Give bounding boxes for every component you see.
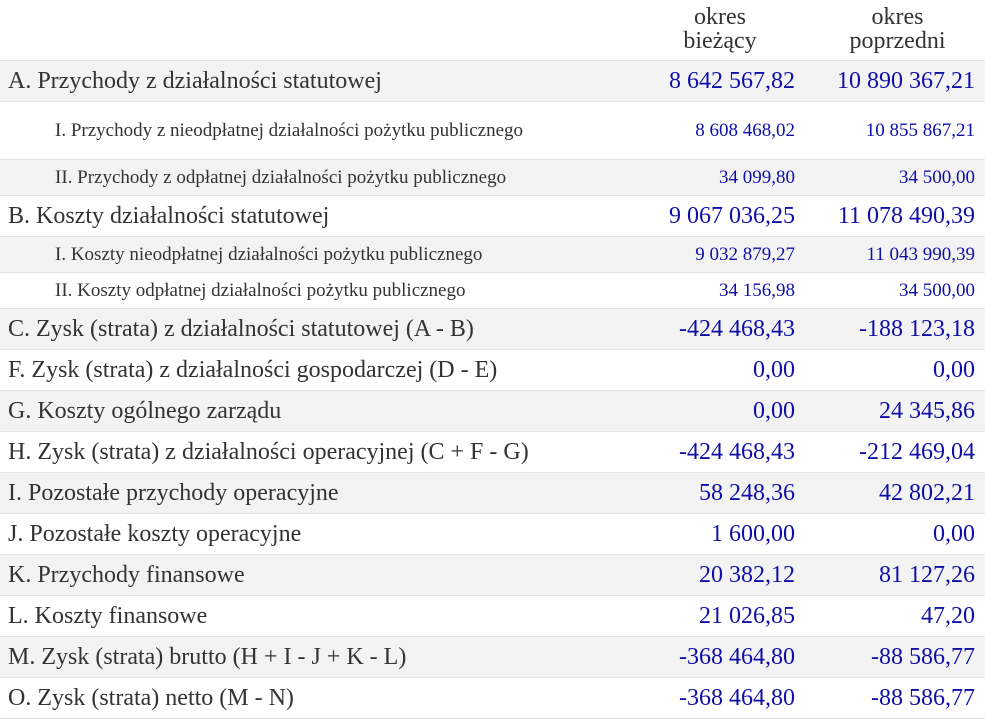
table-body: A. Przychody z działalności statutowej 8… — [0, 61, 985, 719]
row-label: M. Zysk (strata) brutto (H + I - J + K -… — [8, 643, 407, 670]
table-row: I. Koszty nieodpłatnej działalności poży… — [0, 237, 985, 273]
row-label: F. Zysk (strata) z działalności gospodar… — [8, 356, 498, 383]
row-previous-value: 24 345,86 — [879, 397, 975, 424]
table-row: H. Zysk (strata) z działalności operacyj… — [0, 432, 985, 473]
row-current-value: 34 156,98 — [719, 279, 795, 301]
row-current-value: -424 468,43 — [679, 438, 795, 465]
table-row: F. Zysk (strata) z działalności gospodar… — [0, 350, 985, 391]
table-row: K. Przychody finansowe 20 382,12 81 127,… — [0, 555, 985, 596]
row-previous-value: 34 500,00 — [899, 279, 975, 301]
row-label: C. Zysk (strata) z działalności statutow… — [8, 315, 474, 342]
row-label: II. Przychody z odpłatnej działalności p… — [55, 167, 507, 188]
table-row: A. Przychody z działalności statutowej 8… — [0, 61, 985, 102]
row-previous-value: 42 802,21 — [879, 479, 975, 506]
row-current-value: 58 248,36 — [699, 479, 795, 506]
row-label: I. Pozostałe przychody operacyjne — [8, 479, 339, 506]
row-current-value: 9 032 879,27 — [695, 243, 795, 265]
row-previous-value: 34 500,00 — [899, 166, 975, 188]
row-label: I. Przychody z nieodpłatnej działalności… — [55, 120, 523, 141]
row-current-value: 21 026,85 — [699, 602, 795, 629]
row-current-value: 8 642 567,82 — [669, 67, 795, 94]
row-previous-value: 0,00 — [933, 520, 975, 547]
table-row: B. Koszty działalności statutowej 9 067 … — [0, 196, 985, 237]
row-current-value: -424 468,43 — [679, 315, 795, 342]
row-previous-value: -88 586,77 — [871, 684, 975, 711]
table-row: M. Zysk (strata) brutto (H + I - J + K -… — [0, 637, 985, 678]
row-current-value: 0,00 — [753, 397, 795, 424]
table-row: G. Koszty ogólnego zarządu 0,00 24 345,8… — [0, 391, 985, 432]
table-row: J. Pozostałe koszty operacyjne 1 600,00 … — [0, 514, 985, 555]
row-previous-value: 11 078 490,39 — [837, 202, 975, 229]
row-current-value: 9 067 036,25 — [669, 202, 795, 229]
row-previous-value: -212 469,04 — [859, 438, 975, 465]
row-previous-value: 10 855 867,21 — [865, 119, 975, 141]
row-current-value: -368 464,80 — [679, 643, 795, 670]
table-row: II. Koszty odpłatnej działalności pożytk… — [0, 273, 985, 309]
table-row: I. Pozostałe przychody operacyjne 58 248… — [0, 473, 985, 514]
row-current-value: 20 382,12 — [699, 561, 795, 588]
row-current-value: -368 464,80 — [679, 684, 795, 711]
row-label: J. Pozostałe koszty operacyjne — [8, 520, 302, 547]
row-label: II. Koszty odpłatnej działalności pożytk… — [55, 280, 466, 301]
row-label: B. Koszty działalności statutowej — [8, 202, 330, 229]
header-current-period: okres bieżący — [683, 4, 757, 54]
row-current-value: 34 099,80 — [719, 166, 795, 188]
row-previous-value: 0,00 — [933, 356, 975, 383]
row-label: K. Przychody finansowe — [8, 561, 245, 588]
table-row: I. Przychody z nieodpłatnej działalności… — [0, 102, 985, 160]
row-label: G. Koszty ogólnego zarządu — [8, 397, 282, 424]
financial-statement-table: okres bieżący okres poprzedni A. Przycho… — [0, 0, 985, 722]
row-current-value: 1 600,00 — [711, 520, 795, 547]
row-previous-value: 10 890 367,21 — [837, 67, 975, 94]
header-label-spacer — [0, 0, 630, 60]
header-previous-period: okres poprzedni — [849, 4, 946, 54]
row-previous-value: 47,20 — [921, 602, 975, 629]
row-current-value: 0,00 — [753, 356, 795, 383]
table-header: okres bieżący okres poprzedni — [0, 0, 985, 61]
row-label: I. Koszty nieodpłatnej działalności poży… — [55, 244, 483, 265]
row-previous-value: -188 123,18 — [859, 315, 975, 342]
row-current-value: 8 608 468,02 — [695, 119, 795, 141]
table-row: O. Zysk (strata) netto (M - N) -368 464,… — [0, 678, 985, 719]
table-row: C. Zysk (strata) z działalności statutow… — [0, 309, 985, 350]
row-previous-value: 11 043 990,39 — [866, 243, 975, 265]
row-label: L. Koszty finansowe — [8, 602, 208, 629]
table-row: II. Przychody z odpłatnej działalności p… — [0, 160, 985, 196]
table-row: L. Koszty finansowe 21 026,85 47,20 — [0, 596, 985, 637]
row-label: O. Zysk (strata) netto (M - N) — [8, 684, 294, 711]
row-label: A. Przychody z działalności statutowej — [8, 67, 382, 94]
row-previous-value: -88 586,77 — [871, 643, 975, 670]
row-label: H. Zysk (strata) z działalności operacyj… — [8, 438, 529, 465]
row-previous-value: 81 127,26 — [879, 561, 975, 588]
